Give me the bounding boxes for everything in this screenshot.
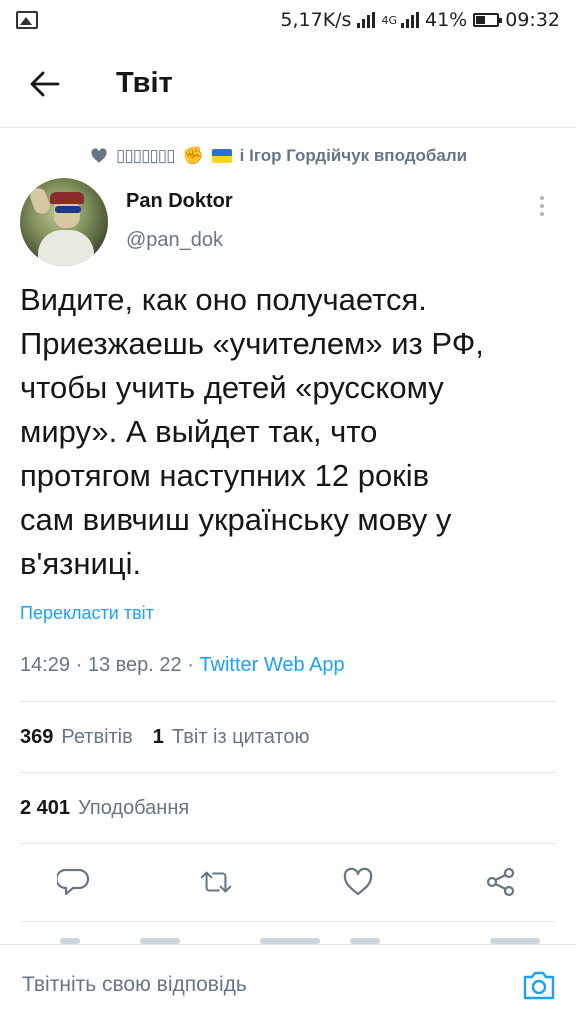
quotes-label: Твіт із цитатою — [171, 726, 310, 748]
divider — [20, 701, 556, 702]
likes-stat[interactable]: 2 401 Уподобання — [20, 797, 189, 820]
reply-composer[interactable]: Твітніть свою відповідь — [0, 944, 576, 1024]
network-speed: 5,17K/s — [280, 9, 352, 31]
divider — [20, 772, 556, 773]
retweets-stat[interactable]: 369 Ретвітів — [20, 726, 133, 749]
page-title: Твіт — [116, 67, 173, 99]
back-button[interactable] — [0, 40, 90, 128]
liked-by-name: ▯▯▯▯▯▯▯ — [116, 146, 175, 165]
ukraine-flag-icon — [211, 149, 232, 163]
status-bar: 5,17K/s 4G 41% 09:32 — [0, 0, 576, 40]
heart-icon — [344, 867, 373, 896]
retweets-label: Ретвітів — [61, 726, 133, 748]
like-button[interactable] — [341, 865, 375, 899]
top-app-bar: Твіт — [0, 40, 576, 128]
heart-small-icon — [91, 148, 107, 163]
liked-by-context[interactable]: ▯▯▯▯▯▯▯ ✊ і Ігор Гордійчук вподобали — [90, 146, 536, 166]
retweet-icon — [200, 871, 231, 893]
tweet-author: Pan Doktor @pan_dok — [20, 178, 556, 268]
share-icon — [486, 867, 515, 897]
avatar[interactable] — [20, 178, 108, 266]
quotes-count: 1 — [152, 726, 164, 748]
retweet-button[interactable] — [199, 865, 233, 899]
reply-button[interactable] — [56, 865, 90, 899]
wifi-signal-icon — [357, 12, 376, 28]
more-options-button[interactable] — [536, 196, 548, 216]
reply-icon — [57, 868, 89, 896]
fist-emoji-icon: ✊ — [182, 146, 204, 165]
liked-by-text: і Ігор Гордійчук вподобали — [239, 146, 468, 165]
share-button[interactable] — [484, 865, 518, 899]
author-handle[interactable]: @pan_dok — [126, 229, 233, 252]
camera-button[interactable] — [522, 968, 556, 1002]
tweet-metadata: 14:29 · 13 вер. 22 · Twitter Web App — [20, 654, 345, 677]
author-name[interactable]: Pan Doktor — [126, 190, 233, 213]
network-type: 4G — [381, 13, 397, 27]
tweet-text: Видите, как оно получается. Приезжаешь «… — [20, 282, 484, 581]
battery-icon — [473, 13, 503, 27]
divider — [20, 843, 556, 844]
cell-signal-icon — [401, 12, 419, 28]
tweet-action-bar — [20, 856, 556, 908]
battery-percent: 41% — [425, 9, 468, 31]
tweet-stats: 369 Ретвітів 1 Твіт із цитатою — [20, 726, 310, 749]
clock: 09:32 — [505, 9, 560, 31]
reply-input[interactable]: Твітніть свою відповідь — [22, 973, 522, 997]
tweet-timestamp: 14:29 · 13 вер. 22 · — [20, 654, 200, 676]
camera-icon — [523, 971, 555, 999]
divider — [20, 921, 556, 922]
quotes-stat[interactable]: 1 Твіт із цитатою — [153, 726, 310, 749]
likes-label: Уподобання — [78, 797, 190, 819]
arrow-left-icon — [30, 71, 60, 96]
retweets-count: 369 — [20, 726, 54, 748]
translate-tweet-link[interactable]: Перекласти твіт — [20, 603, 154, 624]
gallery-notification-icon — [16, 11, 38, 29]
tweet-source-link[interactable]: Twitter Web App — [199, 654, 344, 676]
likes-count: 2 401 — [20, 797, 71, 819]
